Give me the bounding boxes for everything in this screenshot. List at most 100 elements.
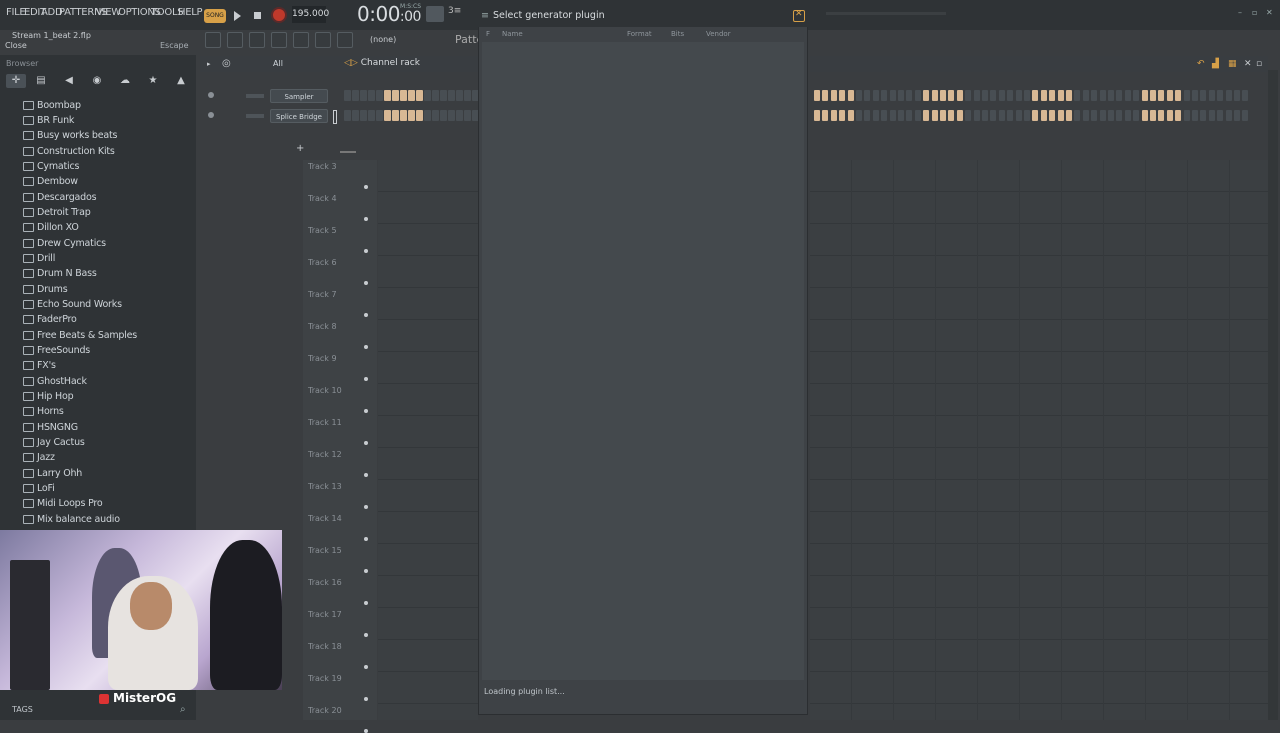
- close-icon[interactable]: [793, 9, 805, 22]
- channel-rack-view-icon[interactable]: [249, 32, 265, 48]
- column-header-vendor[interactable]: Vendor: [706, 30, 731, 38]
- track-name[interactable]: Track 6: [308, 258, 337, 267]
- step-pad[interactable]: [1166, 110, 1173, 121]
- browser-star-icon[interactable]: ★: [146, 74, 160, 88]
- track-name[interactable]: Track 9: [308, 354, 337, 363]
- play-button[interactable]: [230, 8, 246, 24]
- browser-folder[interactable]: Boombap: [23, 100, 81, 114]
- browser-all-tab-icon[interactable]: ✛: [6, 74, 26, 88]
- step-pad[interactable]: [982, 90, 988, 101]
- step-pad[interactable]: [416, 110, 423, 121]
- track-name[interactable]: Track 10: [308, 386, 342, 395]
- track-mute-dot[interactable]: [364, 633, 368, 637]
- step-pad[interactable]: [424, 110, 431, 121]
- browser-folder[interactable]: Jay Cactus: [23, 437, 85, 451]
- track-mute-dot[interactable]: [364, 377, 368, 381]
- column-header-f[interactable]: F: [486, 30, 490, 38]
- step-pad[interactable]: [1116, 90, 1123, 101]
- tags-label[interactable]: TAGS: [12, 705, 33, 714]
- channel-filter-select[interactable]: All: [273, 59, 283, 68]
- step-pad[interactable]: [1049, 110, 1056, 121]
- browser-folder[interactable]: Dembow: [23, 176, 78, 190]
- browser-folder[interactable]: Echo Sound Works: [23, 299, 122, 313]
- pattern-selector[interactable]: (none): [370, 35, 396, 44]
- step-pad[interactable]: [1032, 90, 1039, 101]
- step-pad[interactable]: [847, 110, 854, 121]
- menu-help[interactable]: HELP: [178, 7, 203, 18]
- step-pad[interactable]: [424, 90, 431, 101]
- graph-icon[interactable]: ▟: [1212, 59, 1219, 69]
- browser-folder[interactable]: FaderPro: [23, 314, 77, 328]
- step-pad[interactable]: [1158, 90, 1165, 101]
- track-name[interactable]: Track 16: [308, 578, 342, 587]
- step-pad[interactable]: [1192, 110, 1198, 121]
- channel-rack-menu-icon[interactable]: ▸: [207, 60, 211, 68]
- playlist-grid[interactable]: [378, 160, 478, 720]
- track-name[interactable]: Track 15: [308, 546, 342, 555]
- browser-files-icon[interactable]: ▤: [34, 74, 48, 88]
- step-pad[interactable]: [973, 110, 980, 121]
- step-pad[interactable]: [448, 110, 455, 121]
- dialog-menu-icon[interactable]: ≡: [481, 10, 489, 21]
- track-name[interactable]: Track 12: [308, 450, 342, 459]
- track-mute-dot[interactable]: [364, 345, 368, 349]
- playlist-view-icon[interactable]: [205, 32, 221, 48]
- column-header-bits[interactable]: Bits: [671, 30, 684, 38]
- step-pad[interactable]: [1150, 90, 1156, 101]
- step-pad[interactable]: [1015, 110, 1022, 121]
- browser-folder[interactable]: Dillon XO: [23, 222, 79, 236]
- channel-mute-led[interactable]: [208, 112, 214, 118]
- track-name[interactable]: Track 18: [308, 642, 342, 651]
- step-pad[interactable]: [1141, 110, 1148, 121]
- step-pad[interactable]: [956, 110, 963, 121]
- minimize-icon[interactable]: –: [1238, 8, 1242, 17]
- step-pad[interactable]: [344, 110, 351, 121]
- track-name[interactable]: Track 7: [308, 290, 337, 299]
- step-pad[interactable]: [1175, 110, 1182, 121]
- browser-folder[interactable]: Mix balance audio: [23, 514, 120, 528]
- step-pad[interactable]: [384, 90, 391, 101]
- step-pad[interactable]: [448, 90, 455, 101]
- step-pad[interactable]: [898, 90, 904, 101]
- track-mute-dot[interactable]: [364, 505, 368, 509]
- channel-name-button[interactable]: Splice Bridge: [270, 109, 328, 123]
- step-pad[interactable]: [360, 90, 367, 101]
- browser-folder[interactable]: Larry Ohh: [23, 468, 82, 482]
- browser-folder[interactable]: HSNGNG: [23, 422, 78, 436]
- browser-folder[interactable]: Detroit Trap: [23, 207, 91, 221]
- step-pad[interactable]: [839, 90, 846, 101]
- step-pad[interactable]: [931, 90, 938, 101]
- step-pad[interactable]: [416, 90, 423, 101]
- step-pad[interactable]: [352, 110, 359, 121]
- step-pad[interactable]: [1183, 90, 1190, 101]
- step-pad[interactable]: [906, 90, 913, 101]
- track-mute-dot[interactable]: [364, 473, 368, 477]
- step-pad[interactable]: [1066, 90, 1072, 101]
- step-pad[interactable]: [1166, 90, 1173, 101]
- browser-folder[interactable]: Midi Loops Pro: [23, 498, 103, 512]
- step-pad[interactable]: [830, 90, 837, 101]
- channel-volume-slider[interactable]: [246, 114, 264, 118]
- track-mute-dot[interactable]: [364, 537, 368, 541]
- search-icon[interactable]: ⌕: [180, 704, 186, 715]
- record-button[interactable]: [271, 7, 287, 23]
- step-pad[interactable]: [1074, 90, 1081, 101]
- menu-file[interactable]: FILE: [6, 7, 26, 18]
- step-pad[interactable]: [847, 90, 854, 101]
- step-pad[interactable]: [1024, 110, 1030, 121]
- step-pad[interactable]: [1116, 110, 1123, 121]
- step-pad[interactable]: [432, 90, 439, 101]
- step-pad[interactable]: [1082, 110, 1089, 121]
- step-pad[interactable]: [1091, 110, 1098, 121]
- channel-mute-led[interactable]: [208, 92, 214, 98]
- track-name[interactable]: Track 3: [308, 162, 337, 171]
- step-pad[interactable]: [814, 90, 820, 101]
- step-pad[interactable]: [1200, 90, 1207, 101]
- step-pad[interactable]: [889, 90, 896, 101]
- step-pad[interactable]: [923, 90, 930, 101]
- step-pad[interactable]: [344, 90, 351, 101]
- browser-folder[interactable]: Busy works beats: [23, 130, 117, 144]
- step-pad[interactable]: [1141, 90, 1148, 101]
- track-mute-dot[interactable]: [364, 217, 368, 221]
- step-pad[interactable]: [1225, 90, 1232, 101]
